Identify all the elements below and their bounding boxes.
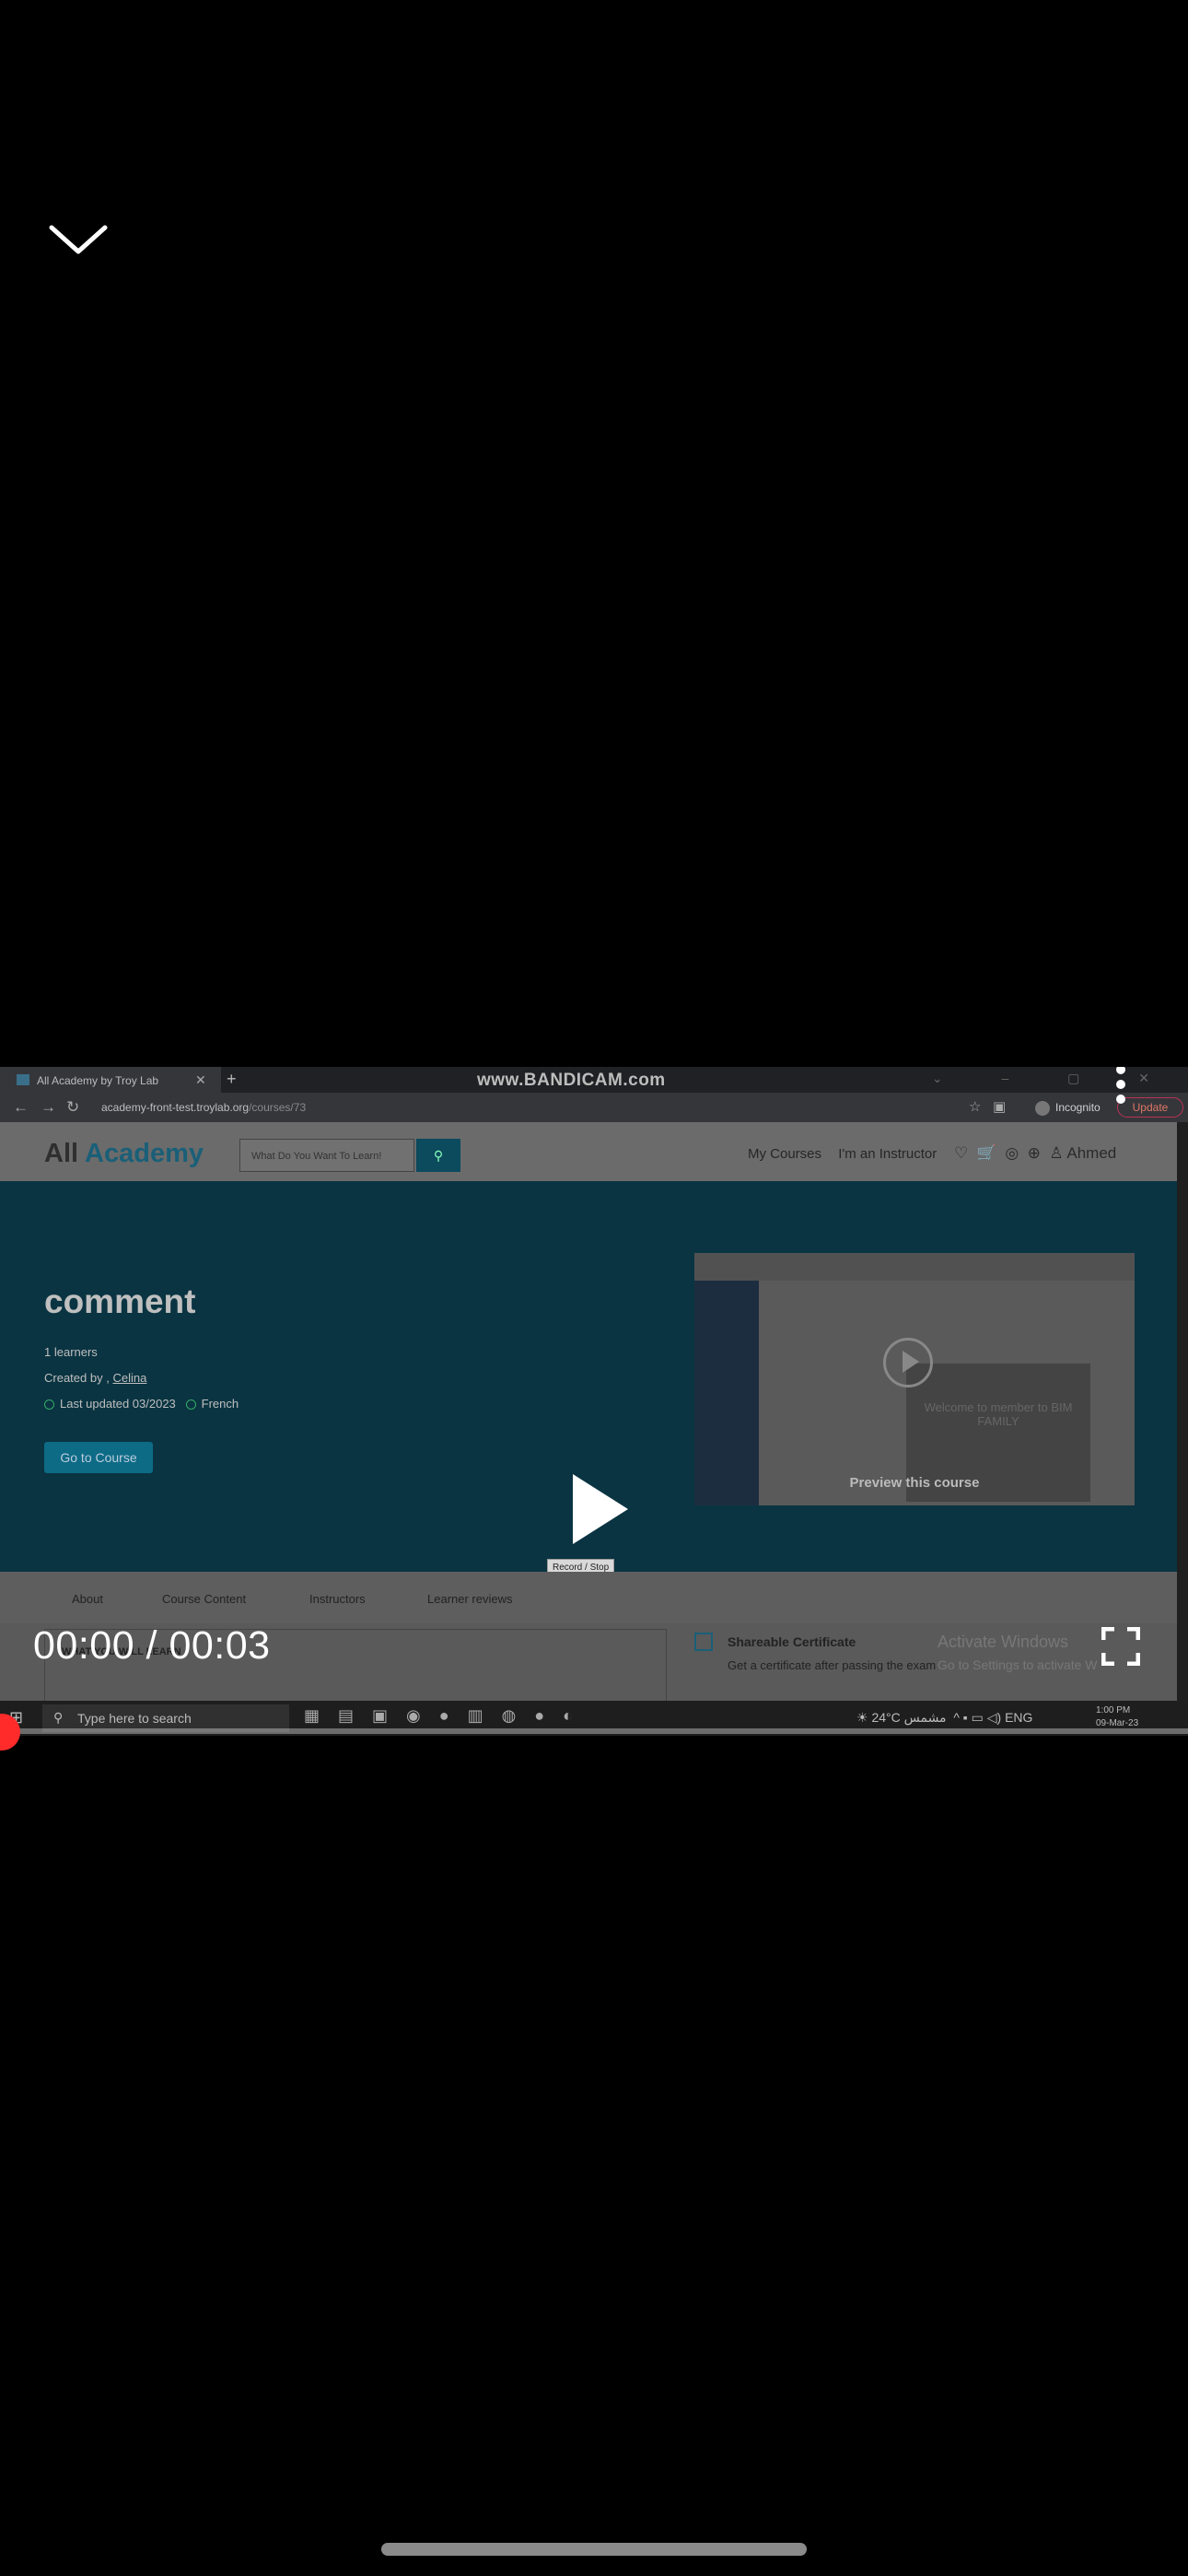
preview-sidebar [694,1281,759,1505]
tab-about[interactable]: About [72,1592,103,1606]
input-language[interactable]: ENG [1005,1710,1032,1725]
globe-icon[interactable]: ⊕ [1028,1144,1041,1162]
weather-desc: مشمس [903,1710,947,1725]
course-title: comment [44,1282,196,1320]
taskbar-search-icon: ⚲ [53,1710,64,1725]
site-logo[interactable]: All Academy [44,1139,204,1169]
tab-course-content[interactable]: Course Content [162,1592,246,1606]
taskbar-search-placeholder: Type here to search [77,1711,192,1726]
forward-icon[interactable]: → [41,1098,56,1117]
playback-time: 00:00 / 00:03 [33,1623,271,1668]
tab-learner-reviews[interactable]: Learner reviews [427,1592,513,1606]
course-meta-line: Last updated 03/2023 French [44,1397,239,1411]
home-indicator[interactable] [381,2543,807,2556]
user-name[interactable]: Ahmed [1066,1144,1116,1162]
url-field[interactable]: academy-front-test.troylab.org/courses/7… [101,1101,306,1114]
site-search: What Do You Want To Learn! ⚲ [239,1139,460,1172]
more-options-icon[interactable] [1116,1067,1125,1117]
preview-play-icon[interactable] [883,1338,933,1388]
heart-icon[interactable]: ♡ [954,1144,968,1162]
browser-update-button[interactable]: Update [1117,1097,1183,1118]
course-hero: comment 1 learners Created by , Celina L… [0,1181,1177,1576]
course-tabs: About Course Content Instructors Learner… [0,1572,1177,1623]
browser-address-bar: ← → ↻ academy-front-test.troylab.org/cou… [0,1093,1188,1122]
header-icons: ♡ 🛒 ◎ ⊕ ♙ Ahmed [954,1144,1116,1163]
new-tab-icon[interactable]: + [227,1070,237,1089]
header-nav: My Courses I'm an Instructor [748,1146,949,1162]
site-favicon-icon [17,1074,29,1085]
activation-line-2: Go to Settings to activate W [938,1657,1098,1672]
certificate-subtitle: Get a certificate after passing the exam [728,1658,937,1672]
course-learners: 1 learners [44,1345,98,1359]
collapse-player-icon[interactable] [46,217,111,263]
course-creator-line: Created by , Celina [44,1371,146,1385]
user-icon[interactable]: ♙ [1049,1144,1063,1162]
browser-tab-bar: All Academy by Troy Lab ✕ + www.BANDICAM… [0,1067,1188,1093]
course-preview[interactable]: Welcome to member to BIM FAMILY Preview … [694,1253,1135,1505]
reload-icon[interactable]: ↻ [66,1098,79,1117]
certificate-title: Shareable Certificate [728,1634,856,1649]
nav-my-courses[interactable]: My Courses [748,1146,821,1162]
certificate-icon [694,1633,713,1651]
tray-icons[interactable]: ^ ▪ ▭ ◁) [953,1710,1001,1725]
logo-word-2: Academy [85,1139,204,1168]
window-controls[interactable]: ⌄ – ▢ ✕ [932,1071,1177,1086]
logo-word-1: All [44,1139,79,1168]
last-updated: Last updated 03/2023 [60,1397,176,1411]
course-language: French [201,1397,239,1411]
taskbar-apps[interactable]: ▦▤▣◉●▥◍●◐ [304,1706,591,1726]
url-host: academy-front-test.troylab.org [101,1101,250,1114]
incognito-label: Incognito [1055,1101,1101,1115]
fullscreen-icon[interactable] [1101,1626,1141,1667]
language-icon [185,1399,196,1411]
go-to-course-button[interactable]: Go to Course [44,1442,153,1473]
back-icon[interactable]: ← [13,1098,29,1117]
preview-browser-bar [694,1253,1135,1281]
activation-line-1: Activate Windows [938,1633,1069,1651]
creator-link[interactable]: Celina [112,1371,146,1385]
system-tray: ☀ 24°C مشمس ^ ▪ ▭ ◁) ENG [856,1710,1032,1726]
nav-instructor[interactable]: I'm an Instructor [838,1146,937,1162]
notification-icon[interactable]: ◎ [1005,1144,1019,1162]
taskbar-clock[interactable]: 1:00 PM 09-Mar-23 [1096,1704,1138,1730]
clock-time: 1:00 PM [1096,1705,1131,1715]
site-search-input[interactable]: What Do You Want To Learn! [239,1139,414,1172]
browser-tab[interactable]: All Academy by Troy Lab ✕ [0,1067,221,1093]
progress-bar[interactable] [0,1728,1188,1734]
browser-tab-title: All Academy by Troy Lab [37,1074,159,1087]
weather-temp: 24°C [871,1710,901,1725]
url-path: /courses/73 [249,1101,307,1114]
windows-activation-watermark: Activate Windows Go to Settings to activ… [938,1633,1098,1672]
incognito-icon [1035,1101,1050,1116]
recording-watermark: www.BANDICAM.com [477,1071,666,1090]
preview-label: Preview this course [849,1475,980,1491]
tab-instructors[interactable]: Instructors [309,1592,366,1606]
weather-icon: ☀ [856,1710,868,1725]
close-tab-icon[interactable]: ✕ [195,1072,206,1088]
incognito-indicator[interactable]: Incognito [1035,1101,1101,1116]
browser-toolbar-icons[interactable]: ☆ ▣ [969,1098,1006,1115]
search-icon[interactable]: ⚲ [416,1139,460,1172]
play-icon[interactable] [573,1474,628,1544]
created-by-prefix: Created by , [44,1371,110,1385]
site-header: All Academy What Do You Want To Learn! ⚲… [0,1067,1177,1181]
clock-icon [44,1399,54,1411]
cart-icon[interactable]: 🛒 [977,1144,996,1162]
